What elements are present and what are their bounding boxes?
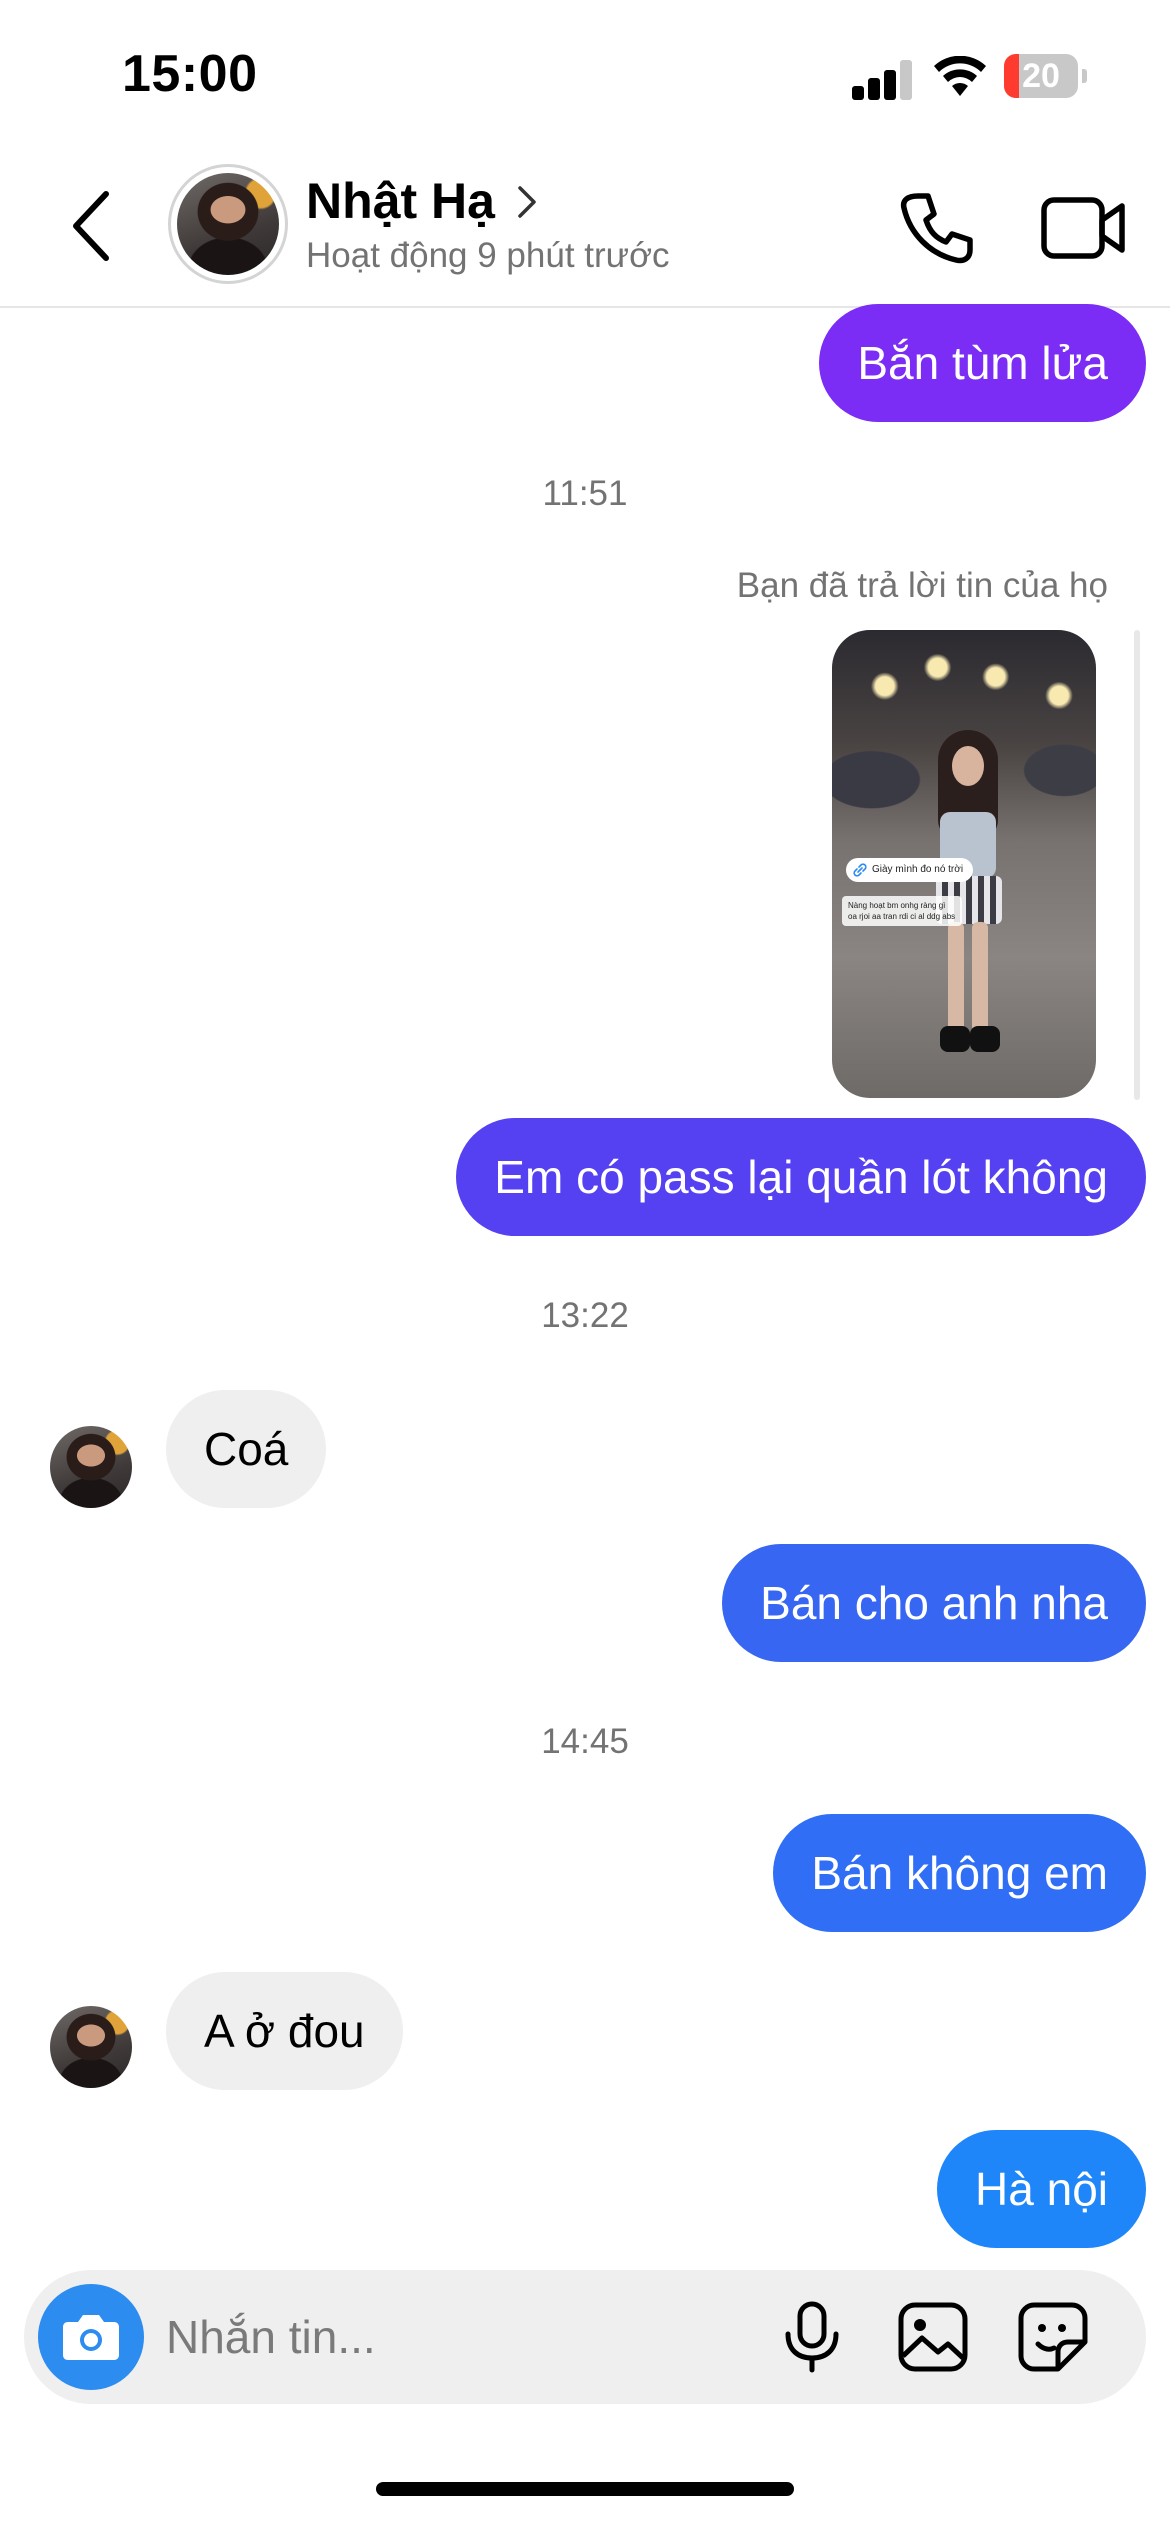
message-composer (24, 2270, 1146, 2404)
camera-button[interactable] (38, 2284, 144, 2390)
wifi-icon (934, 56, 986, 96)
outgoing-message[interactable]: Bán không em (773, 1814, 1146, 1932)
outgoing-message[interactable]: Em có pass lại quần lót không (456, 1118, 1146, 1236)
outgoing-message[interactable]: Hà nội (937, 2130, 1146, 2248)
outgoing-message[interactable]: Bắn tùm lửa (819, 304, 1146, 422)
camera-icon (63, 2315, 119, 2360)
story-reply-thumbnail[interactable]: Giày mình đo nó trời Nàng hoạt bm onhg r… (832, 630, 1096, 1098)
story-caption: Nàng hoạt bm onhg ràng gì oa rjoi aa tra… (842, 896, 962, 926)
story-link-sticker: Giày mình đo nó trời (846, 858, 974, 882)
battery-icon: 20 (1004, 54, 1087, 98)
reply-note: Bạn đã trả lời tin của họ (736, 566, 1108, 605)
status-time: 15:00 (122, 45, 258, 103)
battery-percentage: 20 (1022, 57, 1060, 95)
sender-avatar[interactable] (50, 2006, 132, 2088)
story-sticker-text: Giày mình đo nó trời (872, 864, 964, 875)
home-indicator[interactable] (376, 2482, 794, 2496)
phone-icon[interactable] (896, 188, 976, 268)
image-icon[interactable] (896, 2300, 970, 2374)
timestamp: 13:22 (541, 1296, 629, 1335)
contact-avatar[interactable] (168, 164, 288, 284)
status-bar: 15:00 20 (0, 0, 1170, 150)
microphone-icon[interactable] (780, 2300, 844, 2374)
message-list[interactable]: Bắn tùm lửa 11:51 Bạn đã trả lời tin của… (0, 304, 1170, 2270)
incoming-message[interactable]: Coá (166, 1390, 327, 1508)
link-icon (853, 863, 867, 877)
sticker-icon[interactable] (1016, 2300, 1090, 2374)
chat-header: Nhật Hạ Hoạt động 9 phút trước (0, 150, 1170, 308)
scrollbar[interactable] (1134, 630, 1140, 1100)
outgoing-message[interactable]: Bán cho anh nha (722, 1544, 1146, 1662)
video-camera-icon[interactable] (1040, 192, 1126, 264)
incoming-message[interactable]: A ở đou (166, 1972, 403, 2090)
contact-name[interactable]: Nhật Hạ (306, 172, 495, 230)
message-input[interactable] (166, 2300, 746, 2374)
sender-avatar[interactable] (50, 1426, 132, 1508)
chevron-right-icon[interactable] (512, 182, 542, 222)
contact-activity-status: Hoạt động 9 phút trước (306, 236, 670, 275)
chevron-left-icon[interactable] (64, 188, 124, 264)
cellular-signal-icon (852, 60, 914, 100)
timestamp: 14:45 (541, 1722, 629, 1761)
timestamp: 11:51 (542, 474, 628, 513)
